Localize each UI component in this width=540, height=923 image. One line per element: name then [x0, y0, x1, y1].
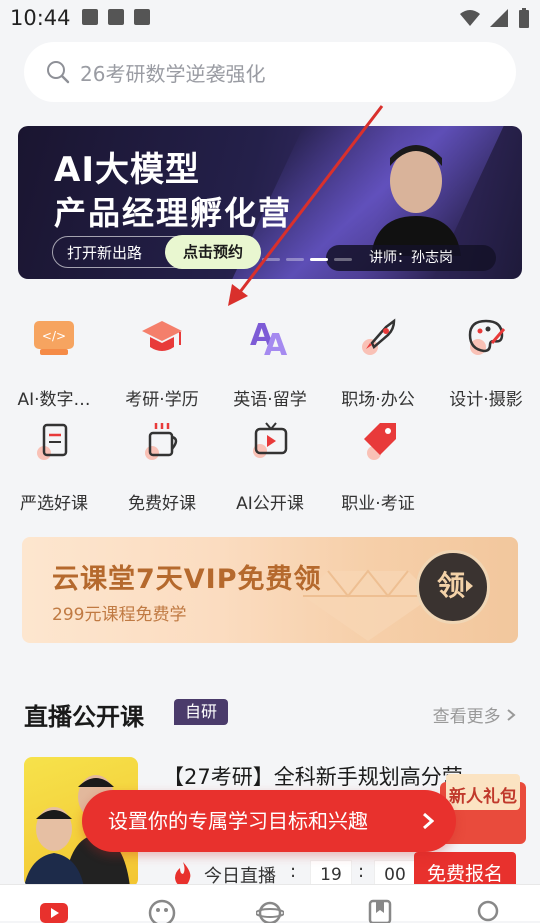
lecturer-photo	[371, 145, 461, 256]
app-notification-icon	[134, 9, 150, 25]
chevron-right-icon	[423, 812, 434, 830]
banner-reserve-button[interactable]: 点击预约	[165, 235, 261, 269]
profile-tab-icon[interactable]	[474, 899, 502, 923]
gift-label: 新人礼包	[449, 786, 517, 807]
signal-icon	[490, 9, 508, 27]
category-label: 英语·留学	[233, 390, 307, 410]
flame-icon	[175, 862, 191, 886]
image-notification-icon	[82, 9, 98, 25]
section-title: 直播公开课	[24, 703, 144, 731]
category-label: AI公开课	[236, 494, 304, 514]
toast-text: 设置你的专属学习目标和兴趣	[108, 809, 368, 833]
svg-text:</>: </>	[42, 329, 66, 343]
bottom-tab-bar	[0, 884, 540, 923]
status-bar: 10:44	[0, 0, 540, 36]
svg-text:A: A	[264, 328, 288, 361]
carousel-dot	[286, 258, 304, 261]
time-separator: :	[358, 861, 365, 882]
carousel-dot	[262, 258, 280, 261]
coffee-icon	[145, 423, 178, 460]
tag-icon	[364, 423, 396, 460]
home-tab-icon[interactable]	[40, 899, 68, 923]
carousel-dot-active	[310, 258, 328, 261]
carousel-dot	[334, 258, 352, 261]
category-label: 考研·学历	[125, 390, 199, 410]
category-label: AI·数字…	[17, 390, 91, 410]
document-icon	[37, 423, 68, 460]
vip-title: 云课堂7天VIP免费领	[52, 564, 322, 595]
set-goals-toast[interactable]: 设置你的专属学习目标和兴趣	[82, 790, 456, 852]
banner-pill: 打开新出路 点击预约	[52, 235, 261, 269]
book-notification-icon	[108, 9, 124, 25]
ai-code-icon: </>	[34, 321, 74, 355]
vip-subtitle: 299元课程免费学	[52, 605, 187, 625]
discover-tab-icon[interactable]	[256, 899, 284, 923]
vip-promo-banner[interactable]: 云课堂7天VIP免费领 299元课程免费学 领	[22, 537, 518, 643]
category-free[interactable]: 免费好课	[108, 409, 216, 514]
banner-pill-text: 打开新出路	[67, 244, 143, 262]
view-more-link[interactable]: 查看更多	[433, 702, 516, 727]
category-ai[interactable]: </> AI·数字…	[0, 305, 108, 410]
wifi-icon	[460, 10, 480, 26]
search-bar[interactable]: 26考研数学逆袭强化	[24, 42, 516, 102]
banner-subtitle: 产品经理孵化营	[54, 194, 293, 232]
promo-banner[interactable]: AI大模型 产品经理孵化营 打开新出路 点击预约 讲师：孙志岗	[18, 126, 522, 279]
search-icon	[47, 61, 70, 84]
language-icon: AA	[250, 318, 288, 363]
category-kaoyan[interactable]: 考研·学历	[108, 305, 216, 410]
category-ai-open[interactable]: AI公开课	[216, 409, 324, 514]
vip-claim-button[interactable]: 领	[416, 550, 490, 624]
vip-claim-label: 领	[437, 569, 466, 602]
battery-icon	[519, 8, 529, 28]
carousel-indicator	[262, 258, 352, 261]
status-time: 10:44	[10, 6, 71, 30]
palette-icon	[468, 319, 506, 355]
system-icons	[460, 8, 530, 28]
category-workplace[interactable]: 职场·办公	[324, 305, 432, 410]
category-label: 职场·办公	[341, 390, 415, 410]
category-career-cert[interactable]: 职业·考证	[324, 409, 432, 514]
time-separator: :	[290, 861, 297, 882]
category-label: 职业·考证	[341, 494, 415, 514]
graduation-cap-icon	[142, 321, 182, 351]
chevron-right-icon	[507, 709, 516, 721]
category-selected[interactable]: 严选好课	[0, 409, 108, 514]
banner-title: AI大模型	[54, 150, 200, 190]
category-label: 设计·摄影	[449, 390, 523, 410]
tv-play-icon	[253, 422, 288, 458]
rocket-icon	[362, 318, 396, 355]
section-tag: 自研	[174, 699, 228, 725]
search-placeholder: 26考研数学逆袭强化	[80, 61, 266, 86]
category-label: 免费好课	[128, 494, 196, 514]
category-english[interactable]: AA 英语·留学	[216, 305, 324, 410]
learning-tab-icon[interactable]	[366, 899, 394, 923]
view-more-label: 查看更多	[432, 707, 501, 727]
chevron-right-icon	[466, 580, 473, 592]
category-tab-icon[interactable]	[148, 899, 176, 923]
notification-icons	[82, 9, 150, 25]
category-design[interactable]: 设计·摄影	[432, 305, 540, 410]
category-label: 严选好课	[20, 494, 88, 514]
